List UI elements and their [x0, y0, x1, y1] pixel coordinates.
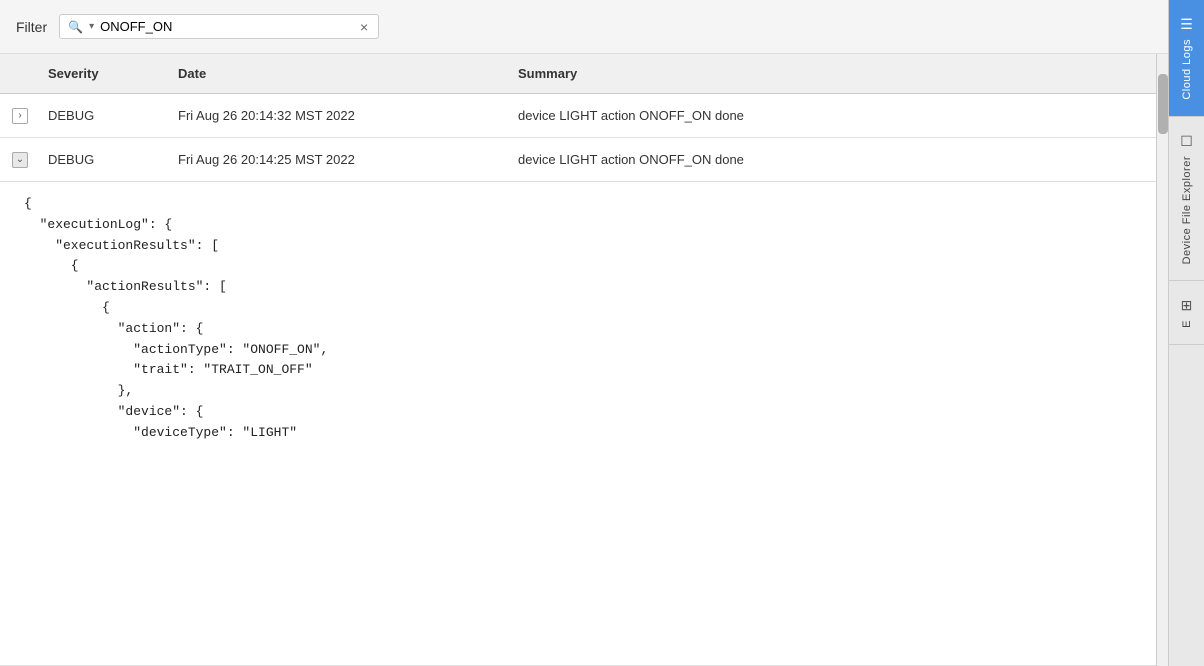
right-sidebar: ☰ Cloud Logs ☐ Device File Explorer ⊞ E: [1168, 0, 1204, 666]
filter-input[interactable]: [100, 19, 352, 34]
main-content: Filter 🔍 ▾ × Severity Date Summary › DEB…: [0, 0, 1168, 666]
sidebar-tab-extra[interactable]: ⊞ E: [1169, 281, 1204, 345]
sidebar-tab-cloud-logs[interactable]: ☰ Cloud Logs: [1169, 0, 1204, 117]
filter-bar: Filter 🔍 ▾ ×: [0, 0, 1168, 54]
th-date: Date: [170, 56, 510, 91]
row-date: Fri Aug 26 20:14:32 MST 2022: [170, 98, 510, 133]
row-summary: device LIGHT action ONOFF_ON done: [510, 142, 1156, 177]
sidebar-tab-label: E: [1181, 320, 1193, 328]
sidebar-tab-label: Device File Explorer: [1181, 156, 1193, 264]
filter-input-wrapper: 🔍 ▾ ×: [59, 14, 379, 39]
row-expand-button[interactable]: ›: [0, 94, 40, 137]
search-icon: 🔍: [68, 20, 83, 34]
row-summary: device LIGHT action ONOFF_ON done: [510, 98, 1156, 133]
scrollbar-thumb[interactable]: [1158, 74, 1168, 134]
table-row[interactable]: › DEBUG Fri Aug 26 20:14:32 MST 2022 dev…: [0, 94, 1156, 138]
th-summary: Summary: [510, 56, 1156, 91]
sidebar-tab-device-file-explorer[interactable]: ☐ Device File Explorer: [1169, 117, 1204, 281]
table-row[interactable]: ⌄ DEBUG Fri Aug 26 20:14:25 MST 2022 dev…: [0, 138, 1156, 182]
device-file-explorer-icon: ☐: [1180, 133, 1193, 150]
cloud-logs-icon: ☰: [1180, 16, 1193, 33]
collapse-icon: ⌄: [12, 152, 28, 168]
scrollbar-track[interactable]: [1156, 54, 1168, 666]
json-expanded-content: { "executionLog": { "executionResults": …: [0, 182, 1156, 666]
content-area: Severity Date Summary › DEBUG Fri Aug 26…: [0, 54, 1156, 666]
filter-label: Filter: [16, 19, 47, 35]
main-area: Severity Date Summary › DEBUG Fri Aug 26…: [0, 54, 1168, 666]
filter-clear-button[interactable]: ×: [358, 20, 370, 34]
filter-dropdown-icon[interactable]: ▾: [89, 21, 94, 32]
th-severity: Severity: [40, 56, 170, 91]
expand-icon: ›: [12, 108, 28, 124]
row-severity: DEBUG: [40, 98, 170, 133]
extra-icon: ⊞: [1181, 297, 1193, 314]
table-header: Severity Date Summary: [0, 54, 1156, 94]
row-date: Fri Aug 26 20:14:25 MST 2022: [170, 142, 510, 177]
row-expand-button[interactable]: ⌄: [0, 138, 40, 181]
row-severity: DEBUG: [40, 142, 170, 177]
sidebar-tab-label: Cloud Logs: [1181, 39, 1193, 100]
